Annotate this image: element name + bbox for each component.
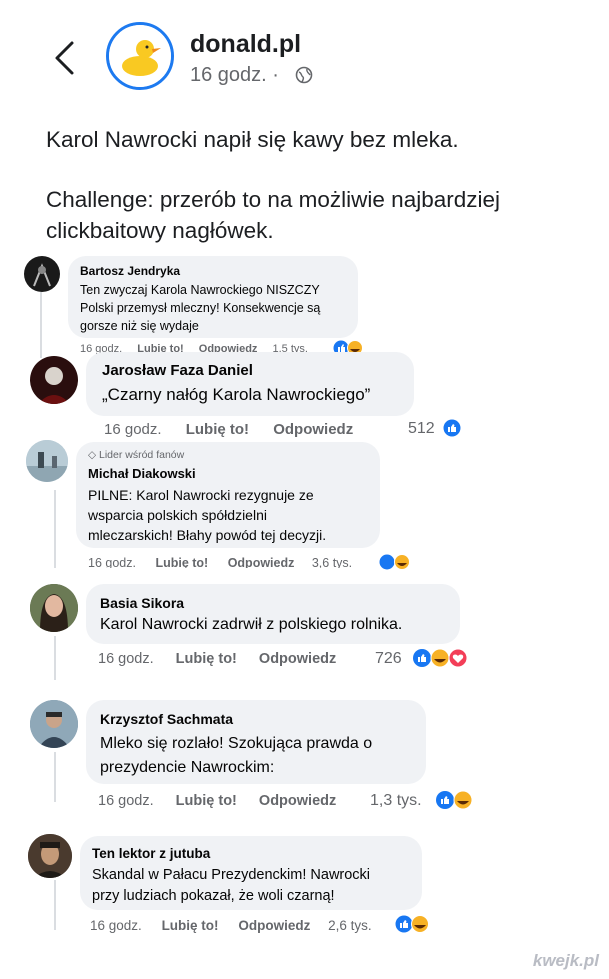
comment-text-line: gorsze niż się wydaje	[80, 319, 199, 333]
reaction-count-value: 1,3 tys.	[370, 792, 422, 809]
comment-text-line: Mleko się rozlało! Szokująca prawda o	[100, 735, 373, 752]
comment-author[interactable]: Bartosz Jendryka	[80, 264, 180, 278]
reaction-count[interactable]: 726	[375, 650, 402, 668]
comment-author[interactable]: Michał Diakowski	[88, 466, 196, 481]
avatar[interactable]	[30, 700, 78, 748]
reply-button[interactable]: Odpowiedz	[228, 556, 295, 568]
comment-time: 16 godz.	[90, 918, 142, 933]
page-name[interactable]: donald.pl	[190, 30, 301, 59]
comment-text-line: prezydencie Nawrockim:	[100, 759, 275, 776]
comment-bubble: Basia Sikora Karol Nawrocki zadrwił z po…	[86, 584, 460, 644]
comment-text-line: „Czarny nałóg Karola Nawrockiego”	[102, 385, 371, 404]
comment-bubble: Jarosław Faza Daniel „Czarny nałóg Karol…	[86, 352, 414, 416]
page-avatar[interactable]	[106, 22, 174, 90]
post-text-line: clickbaitowy nagłówek.	[46, 218, 274, 243]
reaction-count-value: 512	[408, 420, 435, 437]
thread-line	[54, 880, 56, 930]
reply-button[interactable]: Odpowiedz	[259, 651, 336, 667]
thread-line	[40, 292, 42, 358]
comment-text-line: Ten zwyczaj Karola Nawrockiego NISZCZY	[80, 283, 320, 297]
avatar-image-icon	[30, 584, 78, 632]
comment-author[interactable]: Krzysztof Sachmata	[100, 711, 233, 727]
reactions-icon[interactable]	[435, 790, 475, 810]
comment-text-line: Karol Nawrocki zadrwił z polskiego rolni…	[100, 616, 403, 633]
avatar[interactable]	[24, 256, 60, 292]
comment-time: 16 godz.	[104, 421, 162, 438]
comment-text: Mleko się rozlało! Szokująca prawda o pr…	[100, 732, 372, 780]
reaction-count[interactable]: 2,6 tys.	[328, 918, 372, 933]
reactions-icon[interactable]	[412, 648, 472, 668]
like-button[interactable]: Lubię to!	[155, 556, 208, 568]
comment-bubble: Krzysztof Sachmata Mleko się rozlało! Sz…	[86, 700, 426, 784]
reply-button[interactable]: Odpowiedz	[238, 918, 310, 933]
reply-button[interactable]: Odpowiedz	[259, 793, 336, 809]
comment-author[interactable]: Jarosław Faza Daniel	[102, 362, 253, 379]
comment-text: Skandal w Pałacu Prezydenckim! Nawrocki …	[92, 865, 370, 907]
avatar[interactable]	[30, 356, 78, 404]
comment-text-line: przy ludziach pokazał, że woli czarną!	[92, 888, 335, 904]
watermark-logo: kwejk.pl	[532, 951, 599, 970]
comment-meta: 16 godz. Lubię to! Odpowiedz 3,6 tys.	[88, 556, 352, 568]
thread-line	[54, 636, 56, 680]
avatar-image-icon	[38, 367, 70, 404]
reaction-count[interactable]: 512	[408, 420, 435, 438]
reaction-count[interactable]: 3,6 tys.	[312, 556, 352, 568]
comment-text: PILNE: Karol Nawrocki rezygnuje ze wspar…	[88, 485, 326, 545]
comment-meta: 16 godz. Lubię to! Odpowiedz	[98, 793, 336, 809]
comment-time: 16 godz.	[98, 651, 154, 667]
fan-badge: ◇ Lider wśród fanów	[88, 449, 184, 461]
like-button[interactable]: Lubię to!	[162, 918, 219, 933]
comment-text-line: Skandal w Pałacu Prezydenckim! Nawrocki	[92, 867, 371, 883]
comment-bubble: Ten lektor z jutuba Skandal w Pałacu Pre…	[80, 836, 422, 910]
comment-author[interactable]: Ten lektor z jutuba	[92, 846, 210, 861]
comment-text-line: wsparcia polskich spółdzielni	[88, 507, 267, 523]
thread-line	[54, 490, 56, 568]
like-reaction-icon[interactable]	[443, 419, 461, 437]
thread-line	[54, 752, 56, 802]
comment-text-line: mleczarskich! Błahy powód tej decyzji.	[88, 527, 327, 543]
duck-logo-icon	[109, 25, 171, 87]
comment-meta: 16 godz. Lubię to! Odpowiedz	[104, 421, 353, 438]
comment-meta: 16 godz. Lubię to! Odpowiedz 2,6 tys.	[90, 918, 372, 933]
post-text-line: Challenge: przerób to na możliwie najbar…	[46, 187, 500, 212]
comment-text-line: PILNE: Karol Nawrocki rezygnuje ze	[88, 487, 314, 503]
avatar-image-icon	[30, 700, 78, 748]
like-button[interactable]: Lubię to!	[186, 421, 249, 438]
comment-time: 16 godz.	[98, 793, 154, 809]
comment-text: Ten zwyczaj Karola Nawrockiego NISZCZY P…	[80, 281, 320, 335]
reaction-count-value: 726	[375, 650, 402, 667]
post-time: 16 godz. ·	[190, 64, 279, 86]
comment-time: 16 godz.	[88, 556, 136, 568]
like-button[interactable]: Lubię to!	[176, 793, 237, 809]
avatar-image-icon	[33, 263, 51, 287]
avatar-image-icon	[28, 834, 72, 878]
avatar[interactable]	[26, 440, 68, 482]
comment-bubble: Bartosz Jendryka Ten zwyczaj Karola Nawr…	[68, 256, 358, 338]
diamond-icon: ◇	[88, 449, 97, 461]
reactions-icon[interactable]	[395, 915, 431, 933]
comment-bubble: ◇ Lider wśród fanów Michał Diakowski PIL…	[76, 442, 380, 548]
avatar[interactable]	[30, 584, 78, 632]
post-text-line: Karol Nawrocki napił się kawy bez mleka.	[46, 127, 459, 152]
like-button[interactable]: Lubię to!	[176, 651, 237, 667]
reactions-icon[interactable]	[379, 554, 415, 570]
fan-badge-label: Lider wśród fanów	[99, 449, 185, 461]
reply-button[interactable]: Odpowiedz	[273, 421, 353, 438]
avatar-image-icon	[26, 440, 68, 482]
back-arrow-icon[interactable]	[52, 40, 78, 76]
comment-text-line: Polski przemysł mleczny! Konsekwencje są	[80, 301, 321, 315]
comment-author[interactable]: Basia Sikora	[100, 595, 184, 611]
globe-icon	[295, 66, 313, 84]
avatar[interactable]	[28, 834, 72, 878]
reaction-count[interactable]: 1,3 tys.	[370, 792, 422, 810]
comment-meta: 16 godz. Lubię to! Odpowiedz	[98, 651, 336, 667]
